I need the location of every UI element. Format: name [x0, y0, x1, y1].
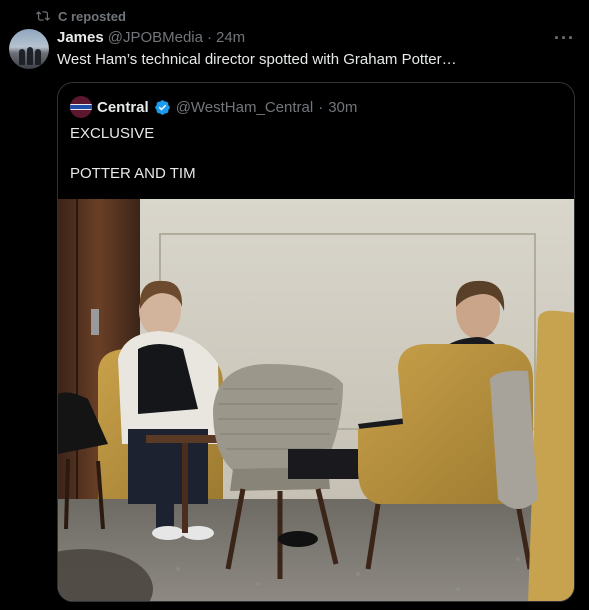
- repost-indicator: C reposted: [36, 7, 126, 25]
- author-name[interactable]: James: [57, 29, 104, 46]
- author-handle[interactable]: @JPOBMedia: [108, 29, 203, 46]
- photo-scene: [58, 199, 574, 601]
- quoted-author-handle[interactable]: @WestHam_Central: [176, 99, 314, 116]
- post-time[interactable]: 24m: [216, 29, 245, 46]
- post-text: West Ham’s technical director spotted wi…: [57, 51, 457, 68]
- verified-badge-icon: [154, 99, 170, 115]
- quoted-text-line-2: POTTER AND TIM: [70, 165, 196, 182]
- author-avatar[interactable]: [9, 29, 49, 69]
- quoted-post-header: Central @WestHam_Central · 30m: [70, 96, 357, 118]
- quoted-author-name[interactable]: Central: [97, 99, 149, 116]
- quoted-post[interactable]: Central @WestHam_Central · 30m EXCLUSIVE…: [57, 82, 575, 602]
- quoted-author-avatar[interactable]: [70, 96, 92, 118]
- post-header: James @JPOBMedia · 24m: [57, 29, 245, 46]
- repost-icon: [36, 11, 50, 21]
- quoted-post-photo[interactable]: [58, 199, 574, 601]
- quoted-text-line-1: EXCLUSIVE: [70, 125, 155, 142]
- separator-dot: ·: [206, 29, 212, 46]
- quoted-post-time[interactable]: 30m: [328, 99, 357, 116]
- quoted-separator-dot: ·: [318, 98, 324, 116]
- more-options-icon[interactable]: ···: [554, 28, 575, 49]
- repost-label: C reposted: [58, 8, 126, 24]
